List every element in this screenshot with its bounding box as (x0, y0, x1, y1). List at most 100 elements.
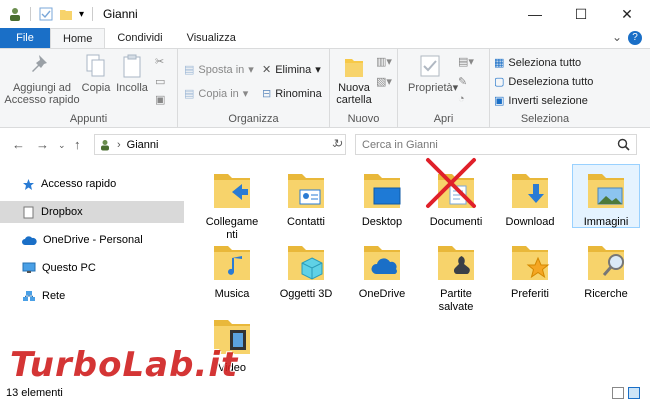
pin-icon (32, 55, 47, 72)
properties-button[interactable]: Proprietà▾ (408, 53, 458, 94)
nav-item-onedrive[interactable]: OneDrive - Personal (0, 229, 184, 251)
select-all-button[interactable]: ▦ Seleziona tutto (494, 56, 581, 70)
properties-label: Proprietà (408, 82, 453, 94)
nav-label: Accesso rapido (41, 178, 117, 190)
folder-label: Oggetti 3D (279, 288, 333, 300)
folder-label: Ricerche (584, 288, 628, 300)
folder-item-collegamenti[interactable]: Collegame nti (198, 168, 266, 242)
close-button[interactable]: ✕ (604, 0, 650, 28)
delete-label: Elimina (275, 63, 312, 76)
recent-dropdown-icon[interactable]: ⌄ (58, 140, 66, 151)
help-icon[interactable]: ? (628, 31, 642, 45)
nav-item-rete[interactable]: Rete (0, 285, 184, 307)
move-to-label: Sposta in (198, 63, 245, 76)
folder-item-ricerche[interactable]: Ricerche (572, 240, 640, 301)
easy-access-icon[interactable]: ▧▾ (376, 75, 392, 88)
customize-qa-icon[interactable]: ▾ (79, 9, 84, 20)
copy-to-button[interactable]: ▤ Copia in ▾ (184, 87, 248, 101)
deselect-all-button[interactable]: ▢ Deseleziona tutto (494, 75, 593, 89)
search-input[interactable]: Cerca in Gianni (355, 134, 637, 155)
rename-label: Rinomina (275, 87, 322, 100)
history-icon[interactable]: ◔ (458, 93, 465, 105)
user-folder-icon[interactable] (8, 7, 22, 21)
item-count: 13 elementi (6, 387, 63, 399)
breadcrumb-separator-icon: › (117, 138, 121, 151)
watermark-logo: TurboLab.it (10, 345, 239, 385)
paste-shortcut-icon[interactable]: ▣ (155, 93, 165, 106)
group-label-organizza: Organizza (228, 113, 279, 125)
group-label-seleziona: Seleziona (520, 113, 570, 125)
clipboard-icon (123, 54, 141, 78)
folder-item-contatti[interactable]: Contatti (272, 168, 340, 229)
nav-item-questo-pc[interactable]: Questo PC (0, 257, 184, 279)
computer-icon (22, 262, 36, 273)
details-view-icon[interactable] (612, 387, 624, 399)
new-folder-label-1: Nuova (338, 82, 370, 94)
paste-button[interactable]: Incolla (114, 53, 150, 94)
group-nuovo: Nuova cartella ▥▾ ▧▾ Nuovo (330, 49, 398, 128)
new-item-icon[interactable]: ▥▾ (376, 55, 392, 68)
folder-item-musica[interactable]: Musica (198, 240, 266, 301)
nav-item-dropbox[interactable]: Dropbox (0, 201, 184, 223)
maximize-button[interactable]: ☐ (558, 0, 604, 28)
up-arrow-icon[interactable]: ↑ (74, 137, 81, 152)
open-icon[interactable]: ▤▾ (458, 55, 474, 68)
deselect-all-icon: ▢ (494, 76, 505, 88)
cut-icon[interactable]: ✂ (155, 55, 164, 68)
pin-label-line2: Accesso rapido (4, 94, 80, 106)
search-placeholder: Cerca in Gianni (362, 138, 438, 151)
new-folder-button[interactable]: Nuova cartella (334, 53, 374, 106)
properties-icon[interactable] (39, 7, 53, 21)
back-arrow-icon[interactable]: ← (12, 137, 25, 152)
folder-label: Documenti (429, 216, 483, 228)
folder-item-download[interactable]: Download (496, 168, 564, 229)
folder-label: Collegame nti (205, 216, 259, 241)
refresh-icon[interactable]: ↻ (334, 137, 343, 150)
pictures-folder-icon (588, 174, 624, 208)
group-appunti: Aggiungi ad Accesso rapido Copia Incolla… (0, 49, 178, 128)
download-folder-icon (512, 174, 548, 208)
group-organizza: ▤ Sposta in ▾ ▤ Copia in ▾ ✕ Elimina ▾ ⊟ Ri… (178, 49, 330, 128)
folder-item-preferiti[interactable]: Preferiti (496, 240, 564, 301)
ribbon: Aggiungi ad Accesso rapido Copia Incolla… (0, 48, 650, 128)
star-icon (23, 178, 34, 190)
tab-file[interactable]: File (0, 28, 50, 48)
status-bar: 13 elementi (0, 382, 650, 404)
red-cross-icon (426, 158, 476, 208)
dropbox-folder-icon (23, 206, 34, 218)
move-to-button[interactable]: ▤ Sposta in ▾ (184, 63, 254, 77)
music-folder-icon (214, 246, 250, 280)
pin-quick-access-button[interactable]: Aggiungi ad Accesso rapido (4, 53, 80, 106)
paste-label: Incolla (116, 82, 148, 94)
contacts-folder-icon (288, 174, 324, 208)
3d-objects-folder-icon (288, 246, 324, 280)
folder-item-desktop[interactable]: Desktop (348, 168, 416, 229)
rename-button[interactable]: ⊟ Rinomina (262, 87, 322, 101)
large-icons-view-icon[interactable] (628, 387, 640, 399)
folder-item-immagini[interactable]: Immagini (572, 164, 640, 228)
copy-button[interactable]: Copia (80, 53, 112, 94)
folder-item-partite-salvate[interactable]: Partite salvate (422, 240, 490, 314)
invert-selection-button[interactable]: ▣ Inverti selezione (494, 94, 588, 108)
nav-label: Rete (42, 290, 66, 302)
ribbon-collapse-icon[interactable]: ⌄ (612, 30, 622, 44)
folder-item-onedrive[interactable]: OneDrive (348, 240, 416, 301)
copy-to-label: Copia in (198, 87, 239, 100)
invert-selection-icon: ▣ (494, 95, 505, 107)
address-input[interactable]: › Gianni ⌄ (94, 134, 346, 155)
new-folder-icon[interactable] (59, 7, 73, 21)
nav-item-accesso-rapido[interactable]: Accesso rapido (0, 173, 184, 195)
edit-icon[interactable]: ✎ (458, 75, 467, 88)
desktop-folder-icon (364, 174, 401, 208)
breadcrumb-current[interactable]: Gianni (127, 139, 159, 151)
folder-label: Contatti (287, 216, 325, 228)
tab-condividi[interactable]: Condividi (105, 28, 174, 48)
nav-label: OneDrive - Personal (43, 234, 143, 246)
delete-button[interactable]: ✕ Elimina ▾ (262, 63, 321, 77)
tab-visualizza[interactable]: Visualizza (175, 28, 248, 48)
minimize-button[interactable]: — (512, 0, 558, 28)
tab-home[interactable]: Home (50, 28, 106, 48)
forward-arrow-icon[interactable]: → (36, 137, 49, 152)
copy-path-icon[interactable]: ▭ (155, 75, 165, 88)
folder-item-oggetti-3d[interactable]: Oggetti 3D (272, 240, 340, 301)
